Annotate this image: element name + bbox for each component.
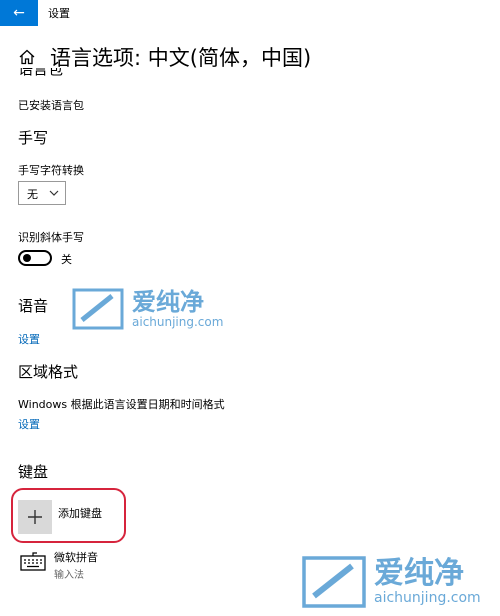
watermark-cn-text: 爱纯净 — [132, 288, 204, 316]
recognize-italic-toggle[interactable] — [18, 250, 52, 266]
select-value: 无 — [27, 188, 38, 201]
title-bar: ← 设置 — [0, 0, 500, 26]
watermark-logo-icon — [72, 288, 124, 330]
window-title: 设置 — [48, 7, 70, 20]
speech-settings-link[interactable]: 设置 — [18, 331, 40, 347]
language-pack-heading: 语言包 — [18, 68, 64, 77]
back-button[interactable]: ← — [0, 0, 38, 26]
region-description: Windows 根据此语言设置日期和时间格式 — [18, 398, 225, 411]
keyboard-item-subtitle: 输入法 — [54, 570, 84, 581]
watermark-logo-corner: 爱纯净 aichunjing.com — [302, 556, 481, 608]
watermark-cn-text: 爱纯净 — [374, 556, 464, 591]
handwriting-heading: 手写 — [18, 129, 49, 147]
speech-heading: 语音 — [18, 297, 49, 315]
watermark-logo-icon — [302, 556, 366, 608]
page-title: 语言选项: 中文(简体，中国) — [50, 46, 312, 70]
region-settings-link[interactable]: 设置 — [18, 416, 40, 432]
language-pack-status: 已安装语言包 — [18, 99, 84, 112]
toggle-state-label: 关 — [61, 253, 72, 266]
region-heading: 区域格式 — [18, 363, 79, 381]
watermark-en-text: aichunjing.com — [132, 315, 224, 329]
chevron-down-icon — [49, 190, 59, 196]
back-arrow-icon: ← — [13, 5, 25, 21]
home-icon[interactable] — [18, 48, 36, 66]
keyboard-icon — [20, 552, 46, 571]
highlight-annotation — [11, 488, 126, 543]
keyboard-item-name[interactable]: 微软拼音 — [54, 549, 98, 565]
handwriting-convert-label: 手写字符转换 — [18, 164, 84, 177]
handwriting-convert-select[interactable]: 无 — [18, 181, 66, 205]
recognize-italic-label: 识别斜体手写 — [18, 231, 84, 244]
watermark-logo: 爱纯净 aichunjing.com — [72, 288, 223, 330]
toggle-knob — [23, 254, 31, 262]
watermark-en-text: aichunjing.com — [374, 590, 481, 606]
keyboard-heading: 键盘 — [18, 463, 49, 481]
